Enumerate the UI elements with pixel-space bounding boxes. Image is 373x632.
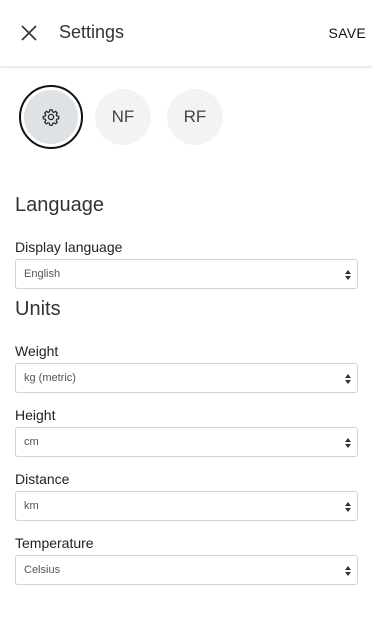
select-arrows-icon [345,502,351,512]
select-arrows-icon [345,374,351,384]
distance-value: km [24,500,39,512]
close-button[interactable] [18,22,40,44]
weight-label: Weight [15,343,59,359]
distance-label: Distance [15,471,70,487]
display-language-label: Display language [15,239,123,255]
top-bar: Settings SAVE [0,0,373,66]
temperature-value: Celsius [24,564,61,576]
display-language-select[interactable]: English [15,259,358,289]
select-arrows-icon [345,438,351,448]
profile-avatar-nf[interactable]: NF [95,89,151,145]
display-language-value: English [24,268,61,280]
weight-select[interactable]: kg (metric) [15,363,358,393]
distance-select[interactable]: km [15,491,358,521]
height-select[interactable]: cm [15,427,358,457]
select-arrows-icon [345,566,351,576]
height-label: Height [15,407,56,423]
height-value: cm [24,436,39,448]
weight-value: kg (metric) [24,372,76,384]
temperature-label: Temperature [15,535,94,551]
temperature-select[interactable]: Celsius [15,555,358,585]
save-button[interactable]: SAVE [328,25,366,41]
section-title-language: Language [15,194,104,216]
section-title-units: Units [15,298,61,320]
profile-avatar-settings[interactable] [19,85,83,149]
select-arrows-icon [345,270,351,280]
profile-avatar-rf[interactable]: RF [167,89,223,145]
close-icon [21,25,37,41]
page-title: Settings [59,22,125,42]
gear-icon [42,109,60,126]
